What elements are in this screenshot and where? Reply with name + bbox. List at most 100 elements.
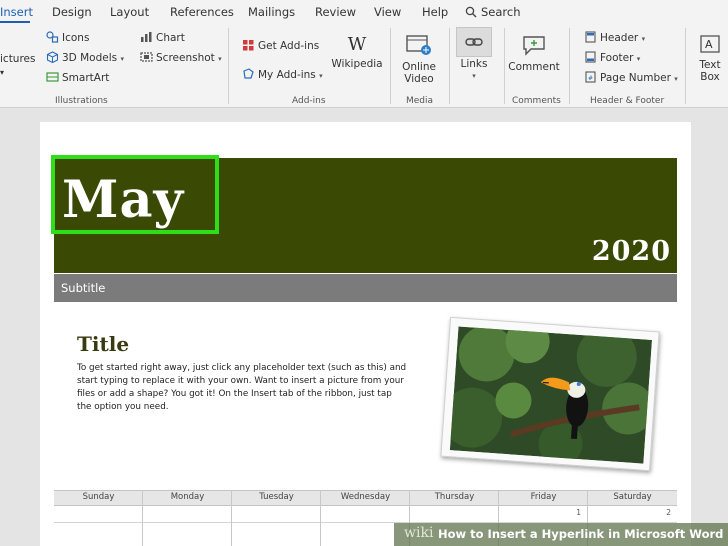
wikipedia-icon: W <box>347 34 367 55</box>
links-label: Links <box>460 58 488 70</box>
tab-review[interactable]: Review <box>315 5 356 19</box>
group-divider <box>685 28 686 104</box>
group-divider <box>569 28 570 104</box>
document-page[interactable]: May 2020 Subtitle Title To get started r… <box>40 122 691 546</box>
search-label: Search <box>481 5 521 19</box>
tab-view[interactable]: View <box>374 5 401 19</box>
document-workspace: May 2020 Subtitle Title To get started r… <box>0 108 728 546</box>
link-icon <box>465 38 483 46</box>
chart-label: Chart <box>156 32 185 44</box>
footer-button[interactable]: Footer ▾ <box>584 51 640 64</box>
page-number-button[interactable]: # Page Number ▾ <box>584 71 678 84</box>
group-divider <box>228 28 229 104</box>
text-box-icon: A <box>700 35 720 53</box>
svg-text:A: A <box>705 38 713 51</box>
wikipedia-button[interactable]: W Wikipedia <box>331 34 383 71</box>
icons-icon <box>46 31 59 43</box>
online-video-button[interactable]: Online Video <box>396 34 442 85</box>
online-video-label: Online <box>402 61 436 73</box>
group-divider <box>390 28 391 104</box>
wikipedia-label: Wikipedia <box>331 58 383 70</box>
links-button-highlight[interactable] <box>456 27 492 57</box>
tab-mailings[interactable]: Mailings <box>248 5 295 19</box>
cube-icon <box>46 51 59 63</box>
day-header: Friday <box>530 492 557 502</box>
my-addins-button[interactable]: My Add-ins ▾ <box>242 68 323 81</box>
search-icon <box>465 6 477 18</box>
3d-models-label: 3D Models <box>62 52 118 64</box>
day-header: Wednesday <box>340 492 391 502</box>
pictures-label: ictures <box>0 53 36 65</box>
3d-models-button[interactable]: 3D Models ▾ <box>46 51 124 64</box>
ribbon-tabs: Insert Design Layout References Mailings… <box>0 0 728 24</box>
page-number-icon: # <box>585 71 596 83</box>
tab-insert[interactable]: Insert <box>0 5 33 19</box>
get-addins-label: Get Add-ins <box>258 40 320 52</box>
comment-icon <box>523 36 545 56</box>
watermark-title: How to Insert a Hyperlink in Microsoft W… <box>438 527 724 541</box>
selection-highlight <box>51 155 219 234</box>
smartart-icon <box>46 72 59 82</box>
day-header: Saturday <box>613 492 652 502</box>
icons-button[interactable]: Icons <box>46 31 89 44</box>
store-icon <box>243 40 254 51</box>
chart-button[interactable]: Chart <box>140 31 185 44</box>
year-heading[interactable]: 2020 <box>592 236 671 267</box>
toucan-image <box>449 326 653 464</box>
document-body-text[interactable]: To get started right away, just click an… <box>77 362 407 414</box>
addins-group-label: Add-ins <box>292 96 326 106</box>
comments-group-label: Comments <box>512 96 561 106</box>
screenshot-button[interactable]: Screenshot ▾ <box>140 51 222 64</box>
calendar-column-tuesday[interactable]: Tuesday <box>232 490 321 546</box>
screenshot-label: Screenshot <box>156 52 215 64</box>
text-box-label: Text <box>699 59 721 71</box>
group-divider <box>504 28 505 104</box>
calendar-column-sunday[interactable]: Sunday <box>54 490 143 546</box>
pictures-button[interactable]: ictures <box>0 53 35 65</box>
smartart-label: SmartArt <box>62 72 110 84</box>
ribbon: ictures ▾ Icons 3D Models ▾ SmartArt Cha… <box>0 24 728 108</box>
video-icon <box>406 35 431 55</box>
tab-references[interactable]: References <box>170 5 234 19</box>
subtitle-bar[interactable]: Subtitle <box>54 274 677 302</box>
toucan-photo[interactable] <box>440 316 660 472</box>
calendar-column-monday[interactable]: Monday <box>143 490 232 546</box>
pictures-dropdown[interactable]: ▾ <box>0 68 4 77</box>
smartart-button[interactable]: SmartArt <box>46 71 109 84</box>
month-banner[interactable]: May 2020 <box>51 155 677 273</box>
document-title[interactable]: Title <box>77 332 129 356</box>
my-addins-label: My Add-ins <box>258 69 316 81</box>
illustrations-group-label: Illustrations <box>55 96 108 106</box>
tab-design[interactable]: Design <box>52 5 92 19</box>
date-number: 1 <box>576 508 581 517</box>
header-label: Header <box>600 32 639 44</box>
icons-label: Icons <box>62 32 90 44</box>
tab-layout[interactable]: Layout <box>110 5 149 19</box>
wikihow-watermark: wiki How to Insert a Hyperlink in Micros… <box>394 523 728 546</box>
addin-icon <box>243 68 254 79</box>
subtitle-text[interactable]: Subtitle <box>61 281 105 295</box>
header-icon <box>585 31 596 43</box>
day-header: Monday <box>170 492 205 502</box>
comment-button[interactable]: Comment <box>508 34 560 73</box>
tab-help[interactable]: Help <box>422 5 448 19</box>
day-header: Sunday <box>82 492 115 502</box>
online-video-label-2: Video <box>404 73 434 85</box>
footer-label: Footer <box>600 52 634 64</box>
page-number-label: Page Number <box>600 72 671 84</box>
svg-text:#: # <box>588 75 593 82</box>
header-button[interactable]: Header ▾ <box>584 31 645 44</box>
media-group-label: Media <box>406 96 434 106</box>
footer-icon <box>585 51 596 63</box>
search-box[interactable]: Search <box>465 5 521 19</box>
links-dropdown-icon: ▾ <box>472 72 476 80</box>
links-label-area[interactable]: Links ▾ <box>456 58 492 82</box>
get-addins-button[interactable]: Get Add-ins <box>242 39 319 52</box>
word-window: Insert Design Layout References Mailings… <box>0 0 728 546</box>
date-number: 2 <box>666 508 671 517</box>
active-tab-indicator <box>0 21 30 23</box>
screenshot-icon <box>140 52 153 62</box>
day-header: Thursday <box>434 492 475 502</box>
text-box-label-2: Box <box>700 71 720 83</box>
text-box-button[interactable]: A Text Box <box>692 34 728 83</box>
